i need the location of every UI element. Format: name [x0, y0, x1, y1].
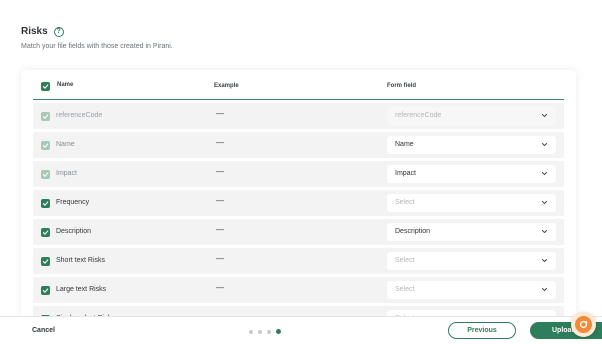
check-icon	[42, 259, 49, 264]
row-field-name: Large text Risks	[56, 286, 107, 293]
chevron-down-icon	[541, 287, 548, 292]
row-checkbox[interactable]	[41, 199, 50, 208]
row-example-value: —	[216, 225, 224, 234]
row-example-value: —	[216, 254, 224, 263]
table-row: Frequency — Select	[33, 190, 564, 216]
select-value: referenceCode	[395, 112, 442, 119]
help-icon[interactable]: ?	[53, 26, 64, 37]
chevron-down-icon	[541, 171, 548, 176]
select-value: Description	[395, 228, 431, 235]
table-row: Large text Risks — Select	[33, 277, 564, 303]
check-icon	[42, 143, 49, 148]
row-checkbox[interactable]	[41, 141, 50, 150]
step-dot	[258, 329, 262, 334]
form-field-select[interactable]: Description	[387, 223, 556, 241]
form-field-select[interactable]: Select	[387, 252, 556, 270]
row-field-name: Short text Risks	[56, 257, 106, 264]
table-row: Name — Name	[33, 132, 564, 158]
table-row: Short text Risks — Select	[33, 248, 564, 274]
chevron-down-icon	[541, 113, 548, 118]
page-header: Risks ? Match your file fields with thos…	[21, 26, 173, 50]
field-mapping-card: Name Example Form field referenceCode — re…	[21, 70, 576, 318]
row-example-value: —	[216, 196, 224, 205]
select-value: Select	[395, 199, 415, 206]
row-field-name: Name	[56, 141, 75, 148]
wizard-footer: Cancel Previous Upload	[0, 316, 602, 344]
check-icon	[42, 114, 49, 119]
previous-button[interactable]: Previous	[448, 322, 516, 339]
select-value: Select	[395, 257, 415, 264]
table-row: referenceCode — referenceCode	[33, 103, 564, 129]
form-field-select[interactable]: Impact	[387, 165, 556, 183]
column-header-name: Name	[57, 82, 74, 88]
row-example-value: —	[216, 138, 224, 147]
table-body: referenceCode — referenceCode Name — Name Impa…	[33, 103, 564, 318]
select-value: Impact	[395, 170, 417, 177]
row-example-value: —	[216, 167, 224, 176]
page-title: Risks	[21, 26, 48, 37]
column-header-example: Example	[214, 83, 239, 89]
select-all-checkbox[interactable]	[41, 82, 50, 91]
check-icon	[42, 172, 49, 177]
row-checkbox[interactable]	[41, 228, 50, 237]
step-dot	[276, 329, 281, 334]
step-indicator	[249, 329, 281, 334]
form-field-select[interactable]: Select	[387, 194, 556, 212]
row-field-name: Impact	[56, 170, 78, 177]
row-checkbox[interactable]	[41, 257, 50, 266]
row-field-name: Description	[56, 228, 92, 235]
chevron-down-icon	[541, 142, 548, 147]
column-header-form-field: Form field	[387, 83, 417, 89]
check-icon	[42, 201, 49, 206]
row-field-name: Frequency	[56, 199, 90, 206]
assistant-icon	[575, 316, 592, 333]
form-field-select[interactable]: referenceCode	[387, 107, 556, 125]
row-field-name: referenceCode	[56, 112, 103, 119]
row-example-value: —	[216, 283, 224, 292]
table-row: Description — Description	[33, 219, 564, 245]
row-checkbox[interactable]	[41, 170, 50, 179]
table-header: Name Example Form field	[33, 80, 564, 100]
table-row: Impact — Impact	[33, 161, 564, 187]
check-icon	[42, 288, 49, 293]
chevron-down-icon	[541, 258, 548, 263]
step-dot	[249, 329, 253, 334]
check-icon	[42, 230, 49, 235]
title-row: Risks ?	[21, 26, 173, 37]
chevron-down-icon	[541, 229, 548, 234]
select-value: Select	[395, 286, 415, 293]
cancel-button[interactable]: Cancel	[32, 327, 55, 334]
check-icon	[42, 84, 49, 89]
chevron-down-icon	[541, 200, 548, 205]
select-value: Name	[395, 141, 414, 148]
row-example-value: —	[216, 109, 224, 118]
form-field-select[interactable]: Select	[387, 281, 556, 299]
step-dot	[267, 329, 271, 334]
form-field-select[interactable]: Name	[387, 136, 556, 154]
page-subtitle: Match your file fields with those create…	[21, 43, 173, 50]
row-checkbox[interactable]	[41, 286, 50, 295]
assistant-launcher[interactable]	[571, 312, 596, 337]
row-checkbox[interactable]	[41, 112, 50, 121]
